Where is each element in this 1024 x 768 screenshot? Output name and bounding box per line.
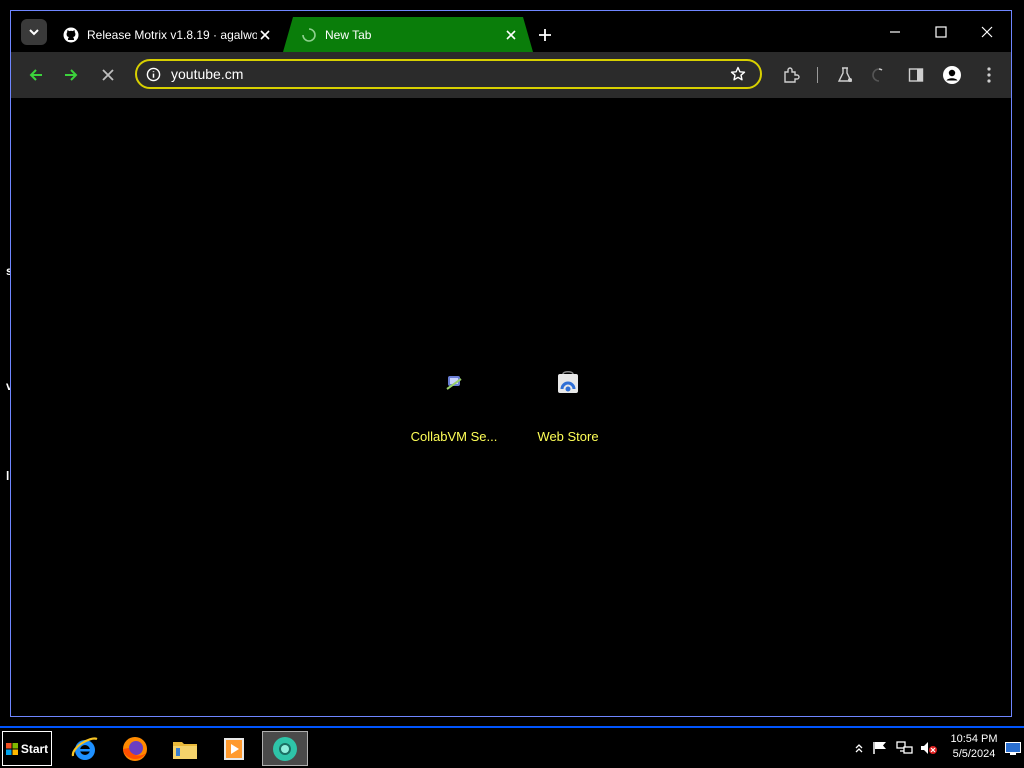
- taskbar-app-media-player[interactable]: [214, 731, 254, 766]
- shortcut-collabvm[interactable]: CollabVM Se...: [404, 371, 504, 444]
- speedometer-icon: [872, 68, 883, 82]
- shortcut-web-store[interactable]: Web Store: [518, 371, 618, 444]
- address-input[interactable]: [171, 66, 728, 82]
- media-player-icon: [224, 737, 244, 760]
- system-clock[interactable]: 10:54 PM 5/5/2024: [946, 732, 1002, 762]
- toolbar-separator: [817, 67, 818, 83]
- tab-title: New Tab: [325, 27, 372, 42]
- chrome-icon: [273, 736, 297, 761]
- folder-icon: [173, 741, 197, 759]
- tab-close-button[interactable]: [257, 27, 273, 43]
- close-icon: [260, 29, 270, 40]
- start-label: Start: [20, 741, 49, 756]
- volume-muted-icon: [921, 742, 937, 754]
- arrow-left-icon: [29, 69, 42, 81]
- network-icon: [896, 741, 913, 754]
- browser-window: Release Motrix v1.8.19 · agalwood New Ta…: [10, 10, 1012, 717]
- puzzle-icon: [784, 67, 800, 83]
- performance-button[interactable]: [867, 63, 891, 87]
- side-panel-button[interactable]: [904, 63, 928, 87]
- internet-explorer-icon: [71, 736, 98, 760]
- tray-network[interactable]: [894, 732, 916, 764]
- show-desktop-button[interactable]: [1003, 732, 1023, 764]
- menu-button[interactable]: [977, 63, 1001, 87]
- tray-volume[interactable]: [918, 732, 940, 764]
- minimize-button[interactable]: [879, 19, 911, 45]
- taskbar: Start 10:54 PM 5/5/2024: [0, 726, 1024, 768]
- chevron-up-icon: [855, 744, 863, 753]
- tab-new-tab[interactable]: New Tab: [283, 17, 533, 52]
- extensions-button[interactable]: [779, 63, 803, 87]
- address-bar[interactable]: [135, 59, 762, 89]
- windows-logo-icon: [5, 742, 18, 755]
- loading-spinner-icon: [301, 27, 317, 43]
- maximize-icon: [935, 26, 947, 38]
- avatar-icon: [943, 66, 961, 84]
- back-button[interactable]: [24, 63, 48, 87]
- flag-icon: [873, 742, 886, 754]
- minimize-icon: [890, 31, 900, 33]
- tab-release-motrix[interactable]: Release Motrix v1.8.19 · agalwood: [53, 17, 283, 52]
- maximize-button[interactable]: [925, 19, 957, 45]
- shortcut-label: CollabVM Se...: [410, 429, 498, 444]
- tray-action-center[interactable]: [870, 732, 890, 764]
- taskbar-app-internet-explorer[interactable]: [65, 731, 105, 766]
- browser-toolbar: [11, 52, 1011, 98]
- web-store-icon: [558, 371, 578, 393]
- plus-icon: [539, 29, 551, 41]
- shortcut-label: Web Store: [537, 429, 599, 444]
- close-icon: [506, 30, 516, 40]
- tab-strip: Release Motrix v1.8.19 · agalwood New Ta…: [11, 11, 1011, 52]
- collabvm-icon: [446, 376, 462, 390]
- bookmark-star-icon[interactable]: [728, 64, 748, 84]
- show-desktop-icon: [1005, 741, 1021, 755]
- desktop-text-fragment: l: [6, 469, 10, 483]
- clock-date: 5/5/2024: [952, 748, 996, 760]
- labs-button[interactable]: [833, 63, 857, 87]
- clock-time: 10:54 PM: [950, 733, 998, 745]
- forward-button[interactable]: [59, 63, 83, 87]
- site-info-icon[interactable]: [145, 66, 161, 82]
- chevron-down-icon: [29, 29, 39, 36]
- close-icon: [102, 69, 114, 81]
- taskbar-app-chrome[interactable]: [262, 731, 308, 766]
- close-icon: [981, 26, 993, 38]
- start-button[interactable]: Start: [2, 731, 52, 766]
- flask-icon: [837, 67, 853, 82]
- tray-overflow-button[interactable]: [852, 732, 866, 764]
- new-tab-button[interactable]: [535, 25, 555, 45]
- github-icon: [63, 27, 79, 42]
- tab-search-button[interactable]: [21, 19, 47, 45]
- new-tab-page: CollabVM Se... Web Store: [11, 98, 1011, 716]
- taskbar-app-firefox[interactable]: [115, 731, 155, 766]
- taskbar-app-file-explorer[interactable]: [165, 731, 205, 766]
- tab-close-button[interactable]: [503, 27, 519, 43]
- stop-loading-button[interactable]: [96, 63, 120, 87]
- tab-title: Release Motrix v1.8.19 · agalwood: [87, 27, 257, 42]
- kebab-menu-icon: [987, 67, 991, 83]
- firefox-icon: [123, 736, 147, 761]
- close-window-button[interactable]: [971, 19, 1003, 45]
- side-panel-icon: [908, 68, 924, 82]
- arrow-right-icon: [65, 69, 78, 81]
- profile-button[interactable]: [940, 63, 964, 87]
